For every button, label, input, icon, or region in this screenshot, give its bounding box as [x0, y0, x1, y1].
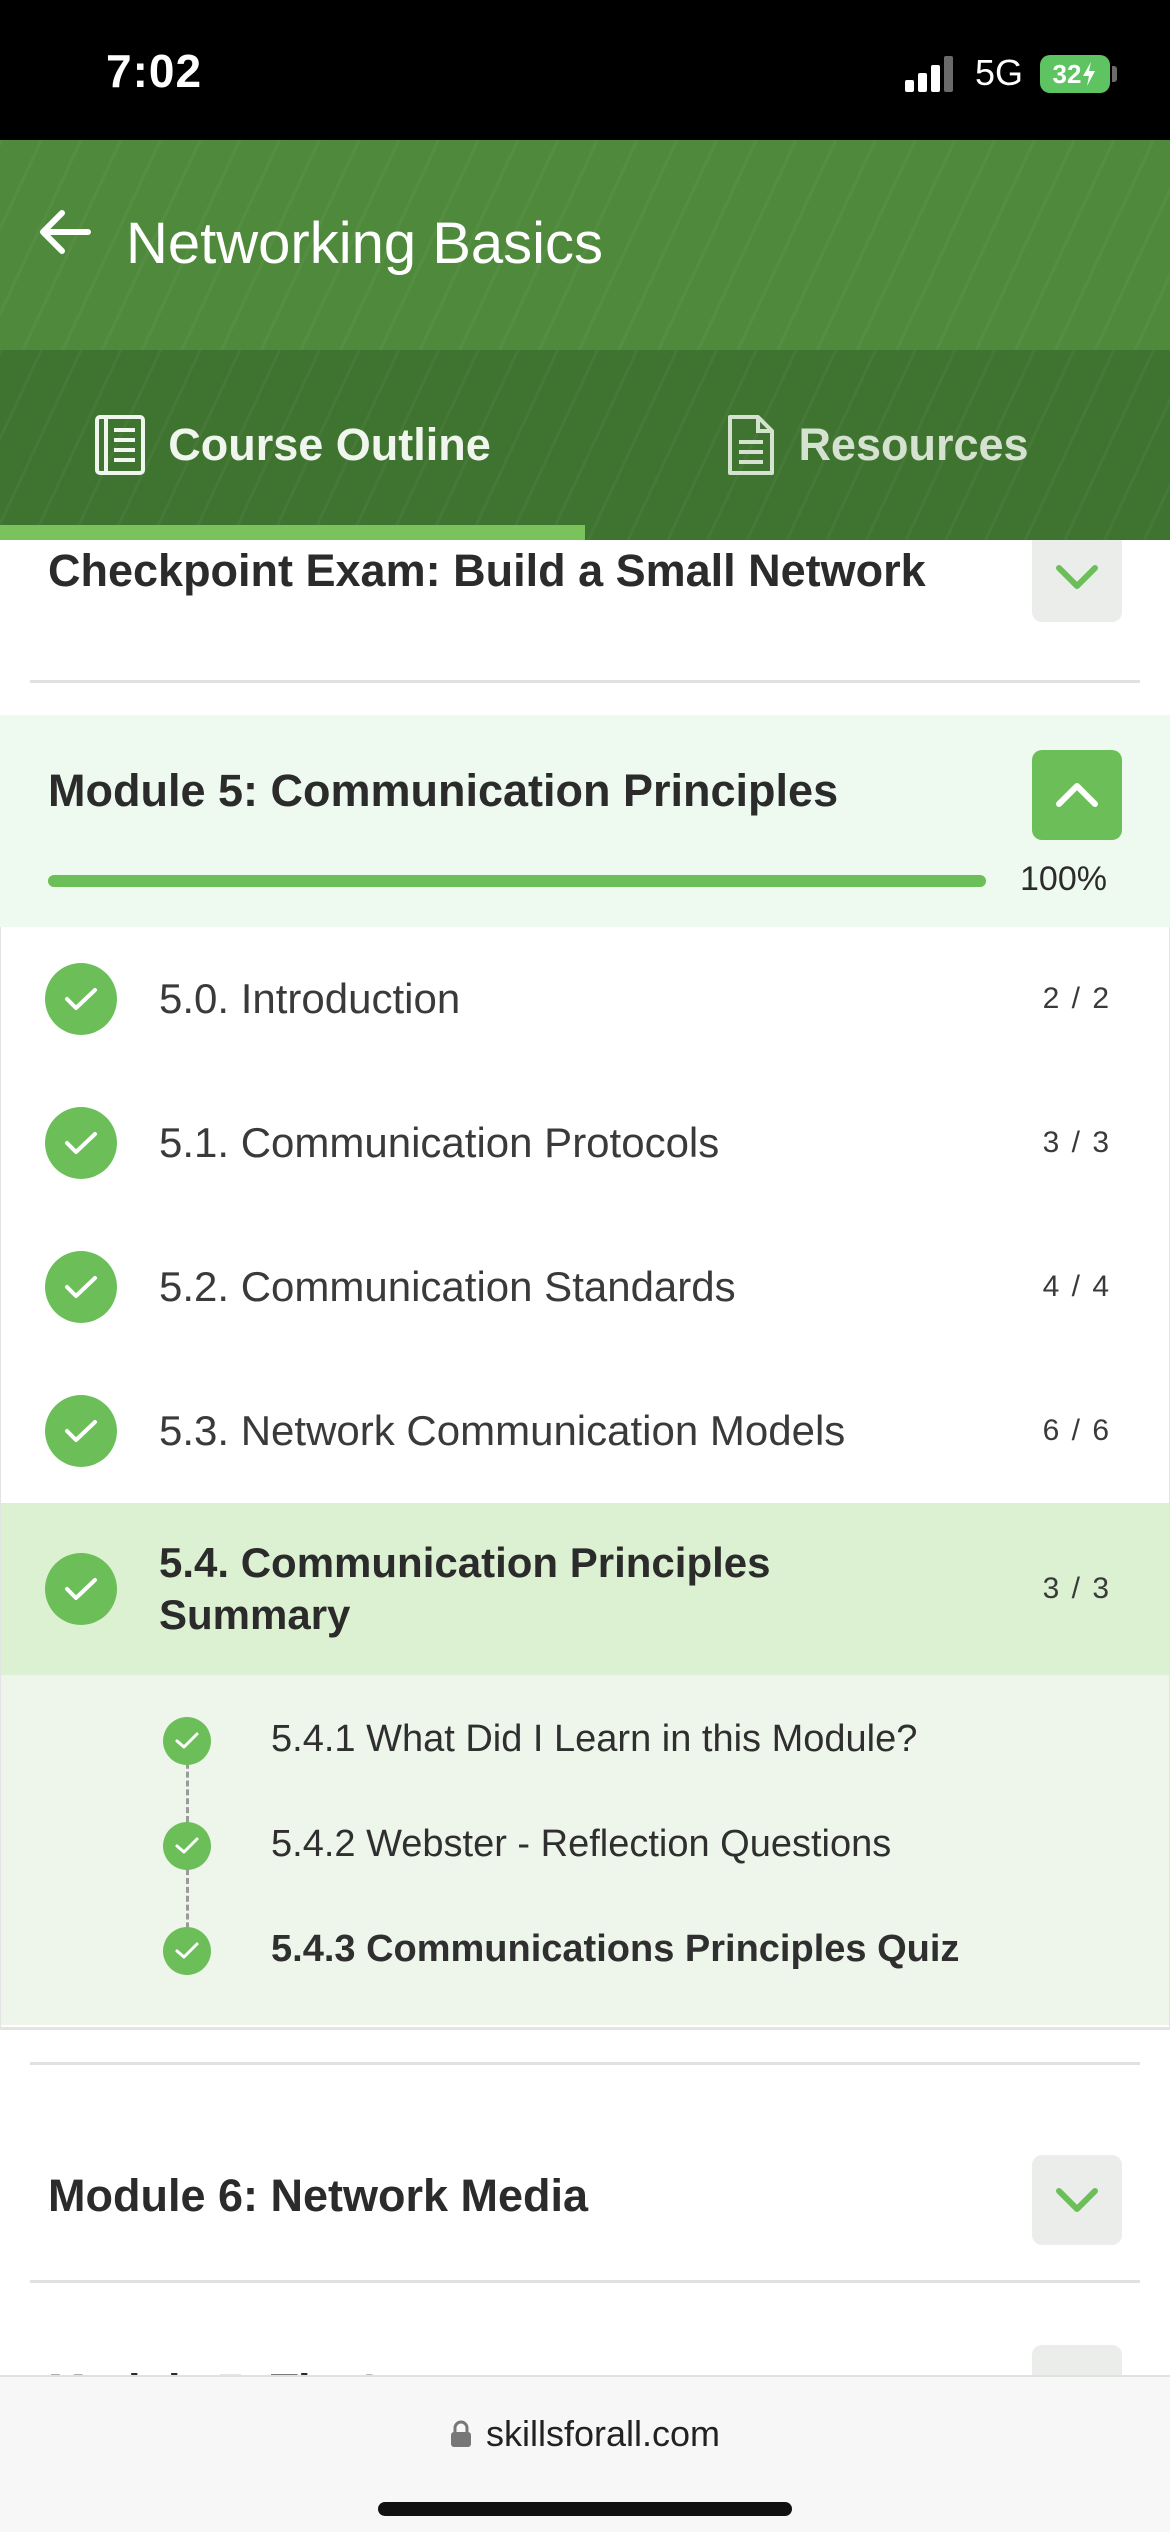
url-field[interactable]: skillsforall.com: [0, 2413, 1170, 2455]
home-indicator[interactable]: [378, 2502, 792, 2516]
lesson-count: 3 / 3: [1042, 1572, 1111, 1605]
lesson-item[interactable]: 5.3. Network Communication Models 6 / 6: [1, 1359, 1169, 1503]
lesson-title: 5.0. Introduction: [159, 975, 461, 1022]
lesson-count: 3 / 3: [1042, 1126, 1111, 1159]
module-title: Module 7: The Internet: [48, 2365, 528, 2375]
module-5-header[interactable]: Module 5: Communication Principles 100%: [0, 715, 1170, 927]
battery-tip: [1112, 66, 1117, 82]
tab-bar: Course Outline Resources: [0, 350, 1170, 540]
app-header: Networking Basics: [0, 140, 1170, 350]
tab-course-outline[interactable]: Course Outline: [0, 350, 585, 540]
check-circle-icon: [163, 1717, 211, 1765]
sub-item-title: 5.4.1 What Did I Learn in this Module?: [271, 1717, 918, 1760]
battery-icon: 32: [1040, 55, 1110, 93]
card-title: Checkpoint Exam: Build a Small Network: [48, 545, 926, 596]
expand-button[interactable]: [1032, 540, 1122, 622]
lesson-item[interactable]: 5.2. Communication Standards 4 / 4: [1, 1215, 1169, 1359]
divider: [30, 2280, 1140, 2283]
lesson-title: 5.1. Communication Protocols: [159, 1119, 720, 1166]
course-outline: Checkpoint Exam: Build a Small Network M…: [0, 540, 1170, 2375]
tab-label: Resources: [798, 419, 1029, 470]
expand-button[interactable]: [1032, 2155, 1122, 2245]
module-title: Module 5: Communication Principles: [48, 765, 839, 816]
tab-resources[interactable]: Resources: [585, 350, 1170, 540]
url-text: skillsforall.com: [485, 2413, 721, 2454]
book-icon: [95, 415, 146, 475]
sub-item-panel: 5.4.1 What Did I Learn in this Module? 5…: [1, 1675, 1169, 2025]
chevron-up-icon: [1056, 783, 1098, 807]
lesson-count: 2 / 2: [1042, 982, 1111, 1015]
sub-item-title: 5.4.3 Communications Principles Quiz: [271, 1927, 960, 1970]
status-time: 7:02: [106, 45, 203, 97]
check-circle-icon: [163, 1927, 211, 1975]
module-progress-bar: [48, 875, 986, 887]
battery-level: 32: [1052, 58, 1082, 89]
progress-percent: 100%: [1020, 860, 1107, 898]
network-type: 5G: [975, 52, 1024, 93]
sub-item-title: 5.4.2 Webster - Reflection Questions: [271, 1822, 892, 1865]
chevron-down-icon: [1056, 565, 1098, 589]
lesson-title: 5.3. Network Communication Models: [159, 1407, 846, 1454]
lesson-title: 5.4. Communication Principles Summary: [159, 1539, 771, 1638]
module-title: Module 6: Network Media: [48, 2170, 589, 2221]
lesson-item-active[interactable]: 5.4. Communication Principles Summary 3 …: [1, 1503, 1169, 1675]
check-circle-icon: [163, 1822, 211, 1870]
lesson-title: 5.2. Communication Standards: [159, 1263, 736, 1310]
expand-button[interactable]: [1032, 2345, 1122, 2375]
lesson-count: 6 / 6: [1042, 1414, 1111, 1447]
sub-item[interactable]: 5.4.2 Webster - Reflection Questions: [1, 1792, 1169, 1896]
page-title: Networking Basics: [126, 211, 604, 276]
lesson-item[interactable]: 5.1. Communication Protocols 3 / 3: [1, 1071, 1169, 1215]
back-arrow-icon[interactable]: [34, 202, 94, 262]
collapse-button[interactable]: [1032, 750, 1122, 840]
lesson-item[interactable]: 5.0. Introduction 2 / 2: [1, 927, 1169, 1071]
document-icon: [728, 415, 775, 475]
divider: [30, 680, 1140, 683]
sub-item[interactable]: 5.4.1 What Did I Learn in this Module?: [1, 1687, 1169, 1791]
tab-label: Course Outline: [168, 419, 491, 470]
status-bar: 7:02 5G 32: [0, 0, 1170, 140]
signal-icon: [905, 56, 953, 92]
charging-bolt-icon: [1083, 62, 1096, 86]
lesson-count: 4 / 4: [1042, 1270, 1111, 1303]
lesson-list: 5.0. Introduction 2 / 2 5.1. Communicati…: [0, 927, 1170, 2030]
check-circle-icon: [45, 963, 117, 1035]
check-circle-icon: [45, 1251, 117, 1323]
divider: [30, 2062, 1140, 2065]
active-tab-indicator: [0, 525, 585, 540]
check-circle-icon: [45, 1107, 117, 1179]
check-circle-icon: [45, 1395, 117, 1467]
lock-icon: [450, 2420, 471, 2447]
sub-item-current[interactable]: 5.4.3 Communications Principles Quiz: [1, 1897, 1169, 2001]
chevron-down-icon: [1056, 2188, 1098, 2212]
progress-fill: [48, 875, 986, 887]
browser-bar: skillsforall.com: [0, 2375, 1170, 2532]
check-circle-icon: [45, 1553, 117, 1625]
